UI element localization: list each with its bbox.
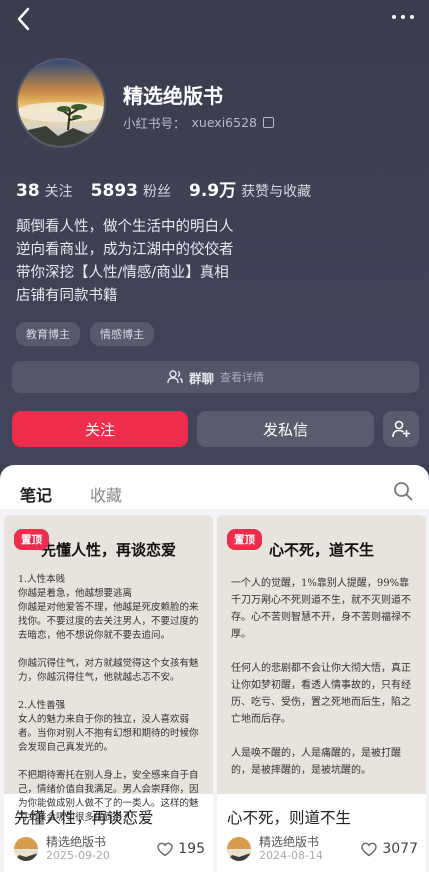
stat-following[interactable]: 38 关注: [16, 181, 73, 201]
content-tabs: 笔记 收藏: [20, 482, 122, 512]
bio-line: 带你深挖【人性/情感/商业】真相: [16, 265, 229, 281]
author-name[interactable]: 精选绝版书: [259, 836, 323, 849]
note-date: 2024-08-14: [259, 849, 323, 862]
profile-id: 小红书号： xuexi6528: [123, 113, 274, 132]
notes-feed: 先懂人性，再谈恋爱 1.人性本贱 你越是着急，他越想要逃离 你越是对他爱答不理，…: [0, 509, 429, 872]
note-meta-text: 精选绝版书 2025-09-20: [46, 836, 110, 863]
note-title: 心不死，则道不生: [227, 809, 352, 827]
profile-bio: 颠倒看人性，做个生活中的明白人 逆向看商业，成为江湖中的佼佼者 带你深挖【人性/…: [16, 216, 234, 308]
author-name[interactable]: 精选绝版书: [46, 836, 110, 849]
profile-id-value: xuexi6528: [191, 115, 257, 130]
profile-header: 精选绝版书 小红书号： xuexi6528 38 关注 5893 粉丝 9.9万…: [0, 0, 429, 465]
copy-icon[interactable]: [263, 117, 274, 128]
profile-name: 精选绝版书: [123, 84, 223, 108]
follow-button[interactable]: 关注: [12, 411, 188, 447]
note-title: 先懂人性，再谈恋爱: [14, 809, 154, 827]
note-meta: 精选绝版书 2025-09-20 195: [14, 836, 205, 863]
tag-education[interactable]: 教育博主: [16, 322, 80, 346]
bio-line: 逆向看商业，成为江湖中的佼佼者: [16, 242, 234, 258]
author-avatar[interactable]: [14, 837, 38, 861]
pinned-badge: 置顶: [14, 529, 49, 550]
like-button[interactable]: 3077: [361, 841, 418, 857]
group-chat-label: 群聊: [188, 370, 214, 386]
note-cover: 心不死，道不生 一个人的觉醒，1%靠别人提醒，99%靠千刀万剐心不死则道不生，就…: [217, 515, 426, 794]
group-chat-bar[interactable]: 群聊 查看详情: [12, 361, 419, 393]
tab-notes[interactable]: 笔记: [20, 482, 52, 512]
avatar[interactable]: [16, 58, 106, 148]
bio-line: 店铺有同款书籍: [16, 288, 118, 304]
author-avatar[interactable]: [227, 837, 251, 861]
stat-label: 粉丝: [143, 184, 171, 200]
cover-body: 1.人性本贱 你越是着急，他越想要逃离 你越是对他爱答不理，他越是死皮赖脸的来找…: [18, 574, 199, 823]
content-panel: 笔记 收藏 先懂人性，再谈恋爱 1.人性本贱 你越是着急，他越想要逃离 你越是对…: [0, 465, 429, 872]
message-button[interactable]: 发私信: [197, 411, 374, 447]
note-date: 2025-09-20: [46, 849, 110, 862]
like-count: 195: [178, 841, 205, 857]
add-user-icon: [392, 420, 410, 438]
cover-body: 一个人的觉醒，1%靠别人提醒，99%靠千刀万剐心不死则道不生，就不灭则道不存。心…: [231, 578, 411, 776]
stat-followers[interactable]: 5893 粉丝: [91, 181, 171, 201]
stat-num: 38: [16, 181, 40, 201]
like-count: 3077: [382, 841, 418, 857]
stat-label: 关注: [44, 184, 73, 200]
stat-label: 获赞与收藏: [241, 184, 312, 200]
like-button[interactable]: 195: [157, 841, 205, 857]
heart-icon: [361, 842, 378, 856]
bio-line: 颠倒看人性，做个生活中的明白人: [16, 219, 234, 235]
group-chat-sub: 查看详情: [220, 371, 264, 384]
profile-id-label: 小红书号：: [123, 116, 186, 131]
note-meta: 精选绝版书 2024-08-14 3077: [227, 836, 418, 863]
more-dots-icon[interactable]: [391, 8, 415, 26]
note-cover: 先懂人性，再谈恋爱 1.人性本贱 你越是着急，他越想要逃离 你越是对他爱答不理，…: [4, 515, 213, 823]
stat-likes[interactable]: 9.9万 获赞与收藏: [189, 176, 311, 201]
search-icon[interactable]: [393, 481, 413, 501]
heart-icon: [157, 842, 173, 856]
profile-stats: 38 关注 5893 粉丝 9.9万 获赞与收藏: [16, 176, 311, 201]
add-user-button[interactable]: [383, 411, 419, 447]
tab-collections[interactable]: 收藏: [90, 482, 122, 506]
tag-emotion[interactable]: 情感博主: [90, 322, 154, 346]
stat-num: 9.9万: [189, 181, 237, 201]
chevron-left-icon[interactable]: [14, 6, 34, 32]
note-card[interactable]: 先懂人性，再谈恋爱 1.人性本贱 你越是着急，他越想要逃离 你越是对他爱答不理，…: [4, 515, 213, 872]
profile-tags: 教育博主 情感博主: [16, 322, 154, 346]
stat-num: 5893: [90, 181, 138, 201]
group-icon: [167, 370, 183, 384]
note-meta-text: 精选绝版书 2024-08-14: [259, 836, 323, 863]
pinned-badge: 置顶: [227, 529, 262, 550]
note-card[interactable]: 心不死，道不生 一个人的觉醒，1%靠别人提醒，99%靠千刀万剐心不死则道不生，就…: [217, 515, 426, 872]
